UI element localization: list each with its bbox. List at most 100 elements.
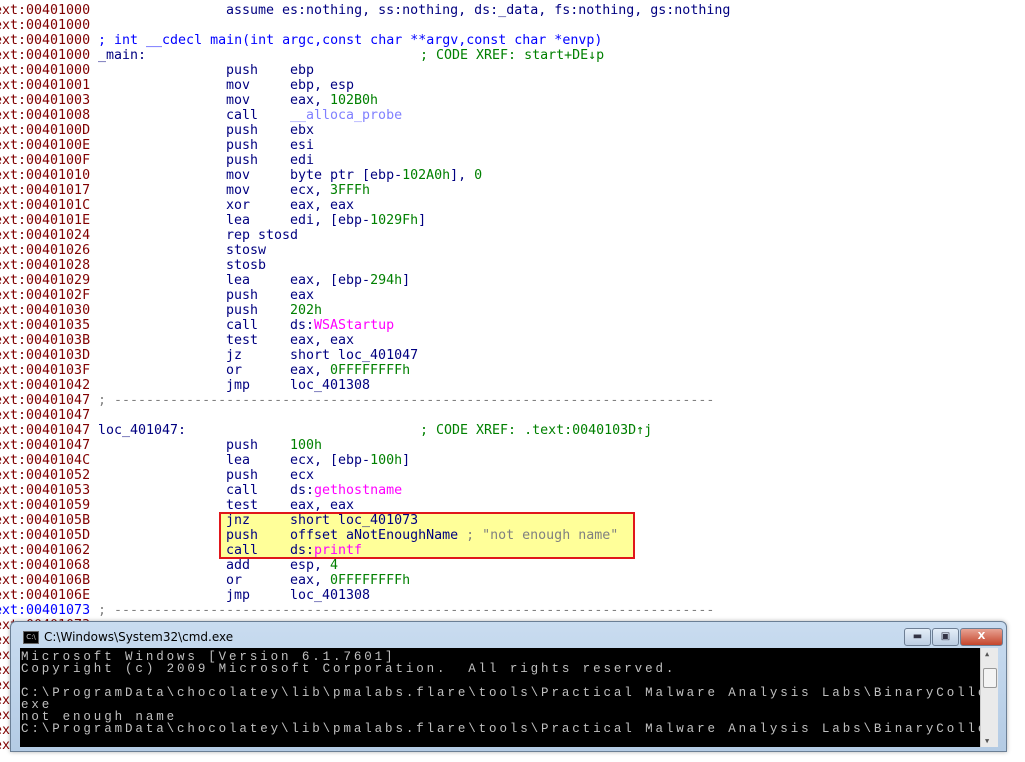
mnemonic: jz [226,348,243,363]
address: text:0040105D [0,528,91,543]
disasm-line: text:00401035 call ds:WSAStartup [0,318,1025,333]
mnemonic: push [226,528,259,543]
function-comment: ; int __cdecl main(int argc,const char *… [98,33,603,48]
operand-token: esi [290,138,315,153]
operand-token: 3FFFh [330,183,371,198]
operand-token: 202h [290,303,323,318]
separator: ; --------------------------------------… [98,393,715,408]
disasm-line: text:0040105B jnz short loc_401073 [0,513,1025,528]
disasm-line: text:00401047 ; -------------------------… [0,393,1025,408]
disasm-line: text:00401029 lea eax, [ebp-294h] [0,273,1025,288]
operands: byte ptr [ebp-102A0h], 0 [290,168,482,183]
operand-token: eax, [ebp- [290,273,371,288]
address: text:00401000 [0,18,91,33]
xref-comment: ; CODE XREF: .text:0040103D↑j [420,423,653,438]
operands: ecx [290,468,314,483]
operands: esi [290,138,314,153]
minimize-button[interactable]: ▬ [904,628,931,646]
address: text:00401035 [0,318,91,333]
operands: edi [290,153,314,168]
console-output[interactable]: Microsoft Windows [Version 6.1.7601] Copy… [20,648,998,747]
operand-token: ebp, esp [290,78,355,93]
scroll-down-icon[interactable]: ▼ [985,737,989,745]
operand-token: eax, eax [290,498,355,513]
mnemonic: push [226,288,259,303]
disasm-line: text:0040100D push ebx [0,123,1025,138]
operand-token: ecx [290,468,315,483]
operands: 100h [290,438,322,453]
scroll-thumb[interactable] [983,668,997,688]
disasm-line: text:00401003 mov eax, 102B0h [0,93,1025,108]
mnemonic: stosw [226,243,267,258]
disasm-line: text:00401073 ; -------------------------… [0,603,1025,618]
address: text:0040100E [0,138,91,153]
address: text:0040103B [0,333,91,348]
maximize-button[interactable]: ▣ [932,628,959,646]
operand-token: ds: [290,318,315,333]
operand-token: 102B0h [330,93,379,108]
disasm-line: text:0040101C xor eax, eax [0,198,1025,213]
operand-token: loc_401308 [290,378,371,393]
mnemonic: call [226,108,259,123]
disasm-line: text:00401047 push 100h [0,438,1025,453]
mnemonic: call [226,543,259,558]
close-button[interactable]: X [960,628,1003,646]
disasm-line: text:00401024 rep stosd [0,228,1025,243]
operands: offset aNotEnoughName ; "not enough name… [290,528,618,543]
operands: short loc_401073 [290,513,418,528]
disasm-line: text:00401042 jmp loc_401308 [0,378,1025,393]
operands: ds:gethostname [290,483,402,498]
mnemonic: rep stosd [226,228,299,243]
address: text:00401000 [0,63,91,78]
address: text:0040105B [0,513,91,528]
operands: ds:WSAStartup [290,318,394,333]
disasm-line: text:00401017 mov ecx, 3FFFh [0,183,1025,198]
operands: eax, 0FFFFFFFFh [290,363,410,378]
cmd-window[interactable]: C:\ C:\Windows\System32\cmd.exe ▬ ▣ X Mi… [10,621,1007,752]
operand-token: 100h [290,438,323,453]
disasm-line: text:0040105D push offset aNotEnoughName ;… [0,528,1025,543]
operand-token: edi, [ebp- [290,213,371,228]
disasm-line: text:0040103B test eax, eax [0,333,1025,348]
operands: loc_401308 [290,378,370,393]
operands: esp, 4 [290,558,338,573]
operands: eax [290,288,314,303]
operand-token: ds: [290,483,315,498]
disasm-line: text:00401000 assume es:nothing, ss:nothi… [0,3,1025,18]
cmd-title-bar[interactable]: C:\ C:\Windows\System32\cmd.exe [23,630,233,644]
operands: eax, 0FFFFFFFFh [290,573,410,588]
operands: 202h [290,303,322,318]
disasm-line: text:00401053 call ds:gethostname [0,483,1025,498]
disasm-line: text:0040101E lea edi, [ebp-1029Fh] [0,213,1025,228]
address: text:00401028 [0,258,91,273]
mnemonic: assume es:nothing, ss:nothing, ds:_data,… [226,3,731,18]
operands: short loc_401047 [290,348,418,363]
address: text:00401047 [0,438,91,453]
operand-token: 0FFFFFFFFh [330,573,411,588]
operands: __alloca_probe [290,108,402,123]
scrollbar[interactable]: ▲ ▼ [980,648,998,747]
operands: loc_401308 [290,588,370,603]
mnemonic: or [226,363,243,378]
address: text:00401047 [0,423,91,438]
disasm-line: text:0040103F or eax, 0FFFFFFFFh [0,363,1025,378]
address: text:00401026 [0,243,91,258]
console-line: Copyright (c) 2009 Microsoft Corporation… [21,662,677,676]
scroll-up-icon[interactable]: ▲ [985,650,989,658]
disasm-line: text:0040106E jmp loc_401308 [0,588,1025,603]
operand-token: offset aNotEnoughName [290,528,467,543]
operand-token: 294h [370,273,403,288]
disasm-line: text:00401047 loc_401047: ; CODE XREF: .te… [0,423,1025,438]
mnemonic: test [226,333,259,348]
operand-token: ecx, [ebp- [290,453,371,468]
address: text:00401059 [0,498,91,513]
address: text:00401052 [0,468,91,483]
mnemonic: lea [226,453,251,468]
address: text:00401030 [0,303,91,318]
mnemonic: mov [226,183,251,198]
address: text:00401029 [0,273,91,288]
operand-token: 4 [330,558,339,573]
operand-token: eax, [290,363,331,378]
operand-token: edi [290,153,315,168]
address: text:00401047 [0,408,91,423]
